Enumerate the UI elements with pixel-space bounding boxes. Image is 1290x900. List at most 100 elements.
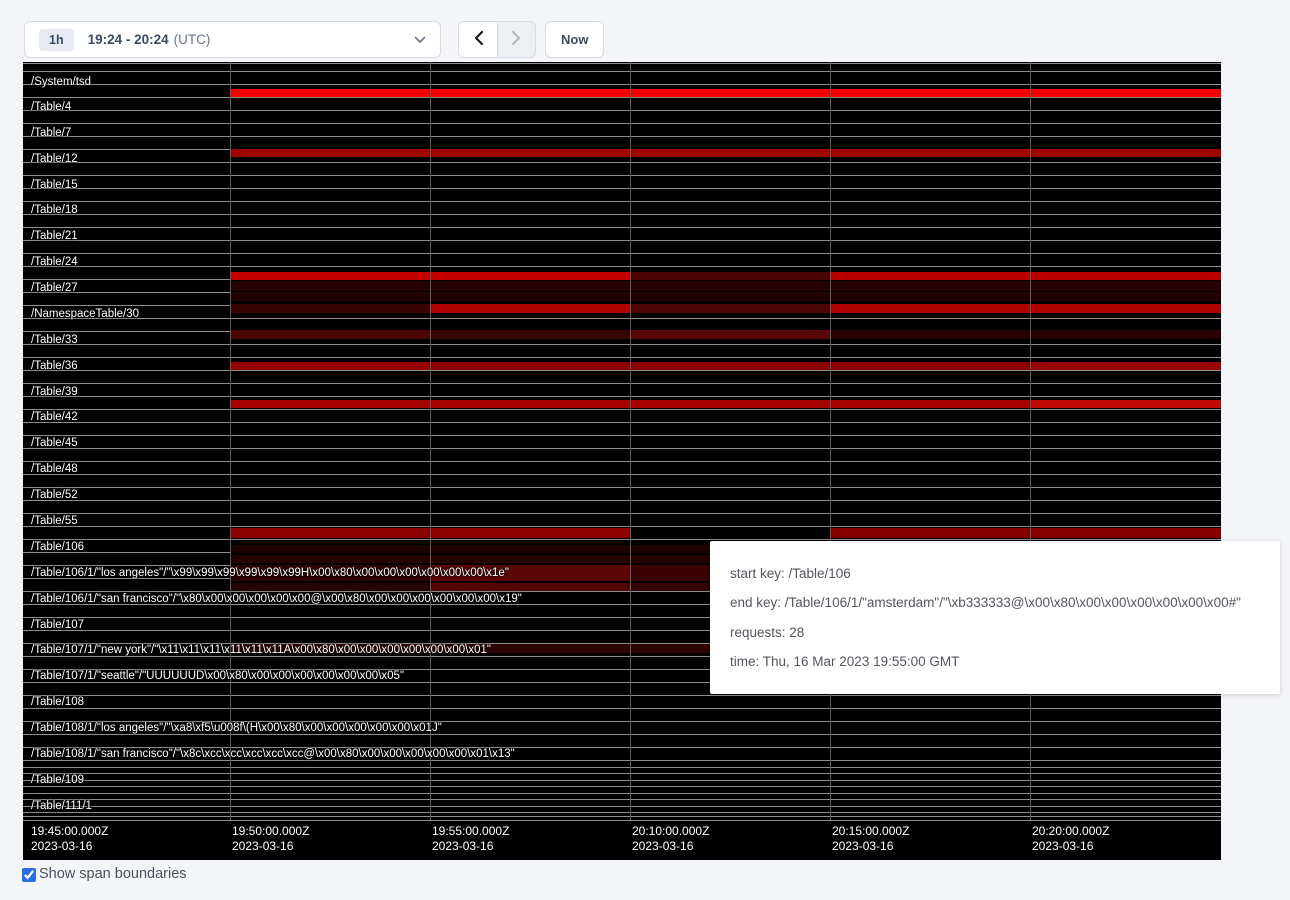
span-boundary-line	[23, 214, 1221, 215]
row-label: /System/tsd	[31, 76, 91, 88]
row-label: /Table/107	[31, 619, 84, 631]
heat-band	[230, 330, 430, 339]
span-boundary-line	[23, 136, 1221, 137]
row-label: /Table/15	[31, 179, 78, 191]
heat-band	[1030, 330, 1221, 339]
next-interval-button[interactable]	[497, 22, 535, 57]
x-axis-date-label: 2023-03-16	[832, 839, 893, 853]
row-label: /Table/27	[31, 282, 78, 294]
x-axis-date-label: 2023-03-16	[432, 839, 493, 853]
chevron-down-icon	[414, 36, 426, 44]
row-label: /Table/108/1/"los angeles"/"\xa8\xf5\u00…	[31, 722, 442, 734]
span-boundary-line	[23, 227, 1221, 228]
row-label: /Table/108/1/"san francisco"/"\x8c\xcc\x…	[31, 748, 515, 760]
row-label: /Table/52	[31, 489, 78, 501]
tooltip-time: time: Thu, 16 Mar 2023 19:55:00 GMT	[730, 654, 1260, 669]
span-boundary-line	[23, 448, 1221, 449]
x-axis-date-label: 2023-03-16	[632, 839, 693, 853]
span-boundary-line	[23, 422, 1221, 423]
span-boundary-line	[23, 786, 1221, 787]
cell-tooltip: start key: /Table/106 end key: /Table/10…	[710, 541, 1280, 694]
heat-band	[1030, 528, 1221, 538]
time-nav-group	[458, 21, 536, 58]
span-boundary-line	[23, 318, 1221, 319]
span-boundary-line	[23, 793, 1221, 794]
prev-interval-button[interactable]	[459, 22, 497, 57]
row-label: /Table/18	[31, 204, 78, 216]
span-boundary-line	[23, 253, 1221, 254]
heat-band	[230, 362, 430, 370]
span-boundary-line	[23, 799, 1221, 800]
span-boundary-line	[23, 409, 1221, 410]
heat-band	[230, 281, 1221, 291]
row-label: /Table/106/1/"los angeles"/"\x99\x99\x99…	[31, 567, 509, 579]
heat-band	[830, 528, 1030, 538]
heat-band	[430, 528, 630, 538]
heat-band	[1030, 362, 1221, 370]
span-boundary-line	[23, 344, 1221, 345]
x-axis-time-label: 19:50:00.000Z	[232, 824, 309, 838]
heat-band	[1030, 272, 1221, 280]
heat-band	[830, 400, 1030, 408]
row-label: /NamespaceTable/30	[31, 308, 139, 320]
heat-band	[230, 583, 430, 591]
row-label: /Table/24	[31, 256, 78, 268]
row-label: /Table/39	[31, 386, 78, 398]
span-boundary-line	[23, 780, 1221, 781]
heat-band	[430, 400, 630, 408]
heat-band	[430, 272, 630, 280]
heat-band	[1030, 304, 1221, 313]
span-boundary-line	[23, 63, 1221, 64]
span-boundary-line	[23, 370, 1221, 371]
show-span-boundaries-checkbox[interactable]	[22, 868, 36, 882]
now-button[interactable]: Now	[545, 21, 604, 58]
key-visualizer-canvas[interactable]: /System/tsd/Table/4/Table/7/Table/12/Tab…	[23, 62, 1221, 860]
span-boundary-line	[23, 820, 1221, 821]
time-range-select[interactable]: 1h 19:24 - 20:24 (UTC)	[24, 21, 441, 58]
span-boundary-line	[23, 71, 1221, 72]
heat-band	[230, 149, 1221, 157]
time-grid-line	[630, 62, 631, 820]
span-boundary-line	[23, 773, 1221, 774]
x-axis-time-label: 19:55:00.000Z	[432, 824, 509, 838]
span-boundary-line	[23, 474, 1221, 475]
row-label: /Table/108	[31, 696, 84, 708]
span-boundary-line	[23, 175, 1221, 176]
chevron-left-icon	[473, 30, 484, 49]
heat-band	[830, 304, 1030, 313]
span-boundary-line	[23, 816, 1221, 817]
heat-band	[630, 362, 830, 370]
heat-band	[230, 272, 430, 280]
span-boundary-line	[23, 110, 1221, 111]
row-label: /Table/4	[31, 101, 71, 113]
span-boundary-line	[23, 266, 1221, 267]
timezone-label: (UTC)	[174, 32, 211, 47]
heat-band	[430, 362, 630, 370]
span-boundary-line	[23, 513, 1221, 514]
row-label: /Table/55	[31, 515, 78, 527]
heat-band	[630, 304, 830, 313]
row-label: /Table/48	[31, 463, 78, 475]
span-boundary-line	[23, 357, 1221, 358]
row-label: /Table/106	[31, 541, 84, 553]
row-label: /Table/36	[31, 360, 78, 372]
span-boundary-line	[23, 500, 1221, 501]
heat-band	[230, 400, 430, 408]
row-label: /Table/21	[31, 230, 78, 242]
chevron-right-icon	[511, 30, 522, 49]
row-label: /Table/33	[31, 334, 78, 346]
row-label: /Table/12	[31, 153, 78, 165]
span-boundary-line	[23, 188, 1221, 189]
row-label: /Table/7	[31, 127, 71, 139]
x-axis-date-label: 2023-03-16	[232, 839, 293, 853]
time-grid-line	[230, 62, 231, 820]
heat-band	[1030, 400, 1221, 408]
span-boundary-line	[23, 487, 1221, 488]
heat-band	[830, 272, 1030, 280]
span-boundary-line	[23, 461, 1221, 462]
span-boundary-line	[23, 526, 1221, 527]
span-boundary-line	[23, 812, 1221, 813]
x-axis-date-label: 2023-03-16	[31, 839, 92, 853]
heat-band	[230, 292, 1221, 301]
row-label: /Table/111/1	[31, 800, 92, 812]
